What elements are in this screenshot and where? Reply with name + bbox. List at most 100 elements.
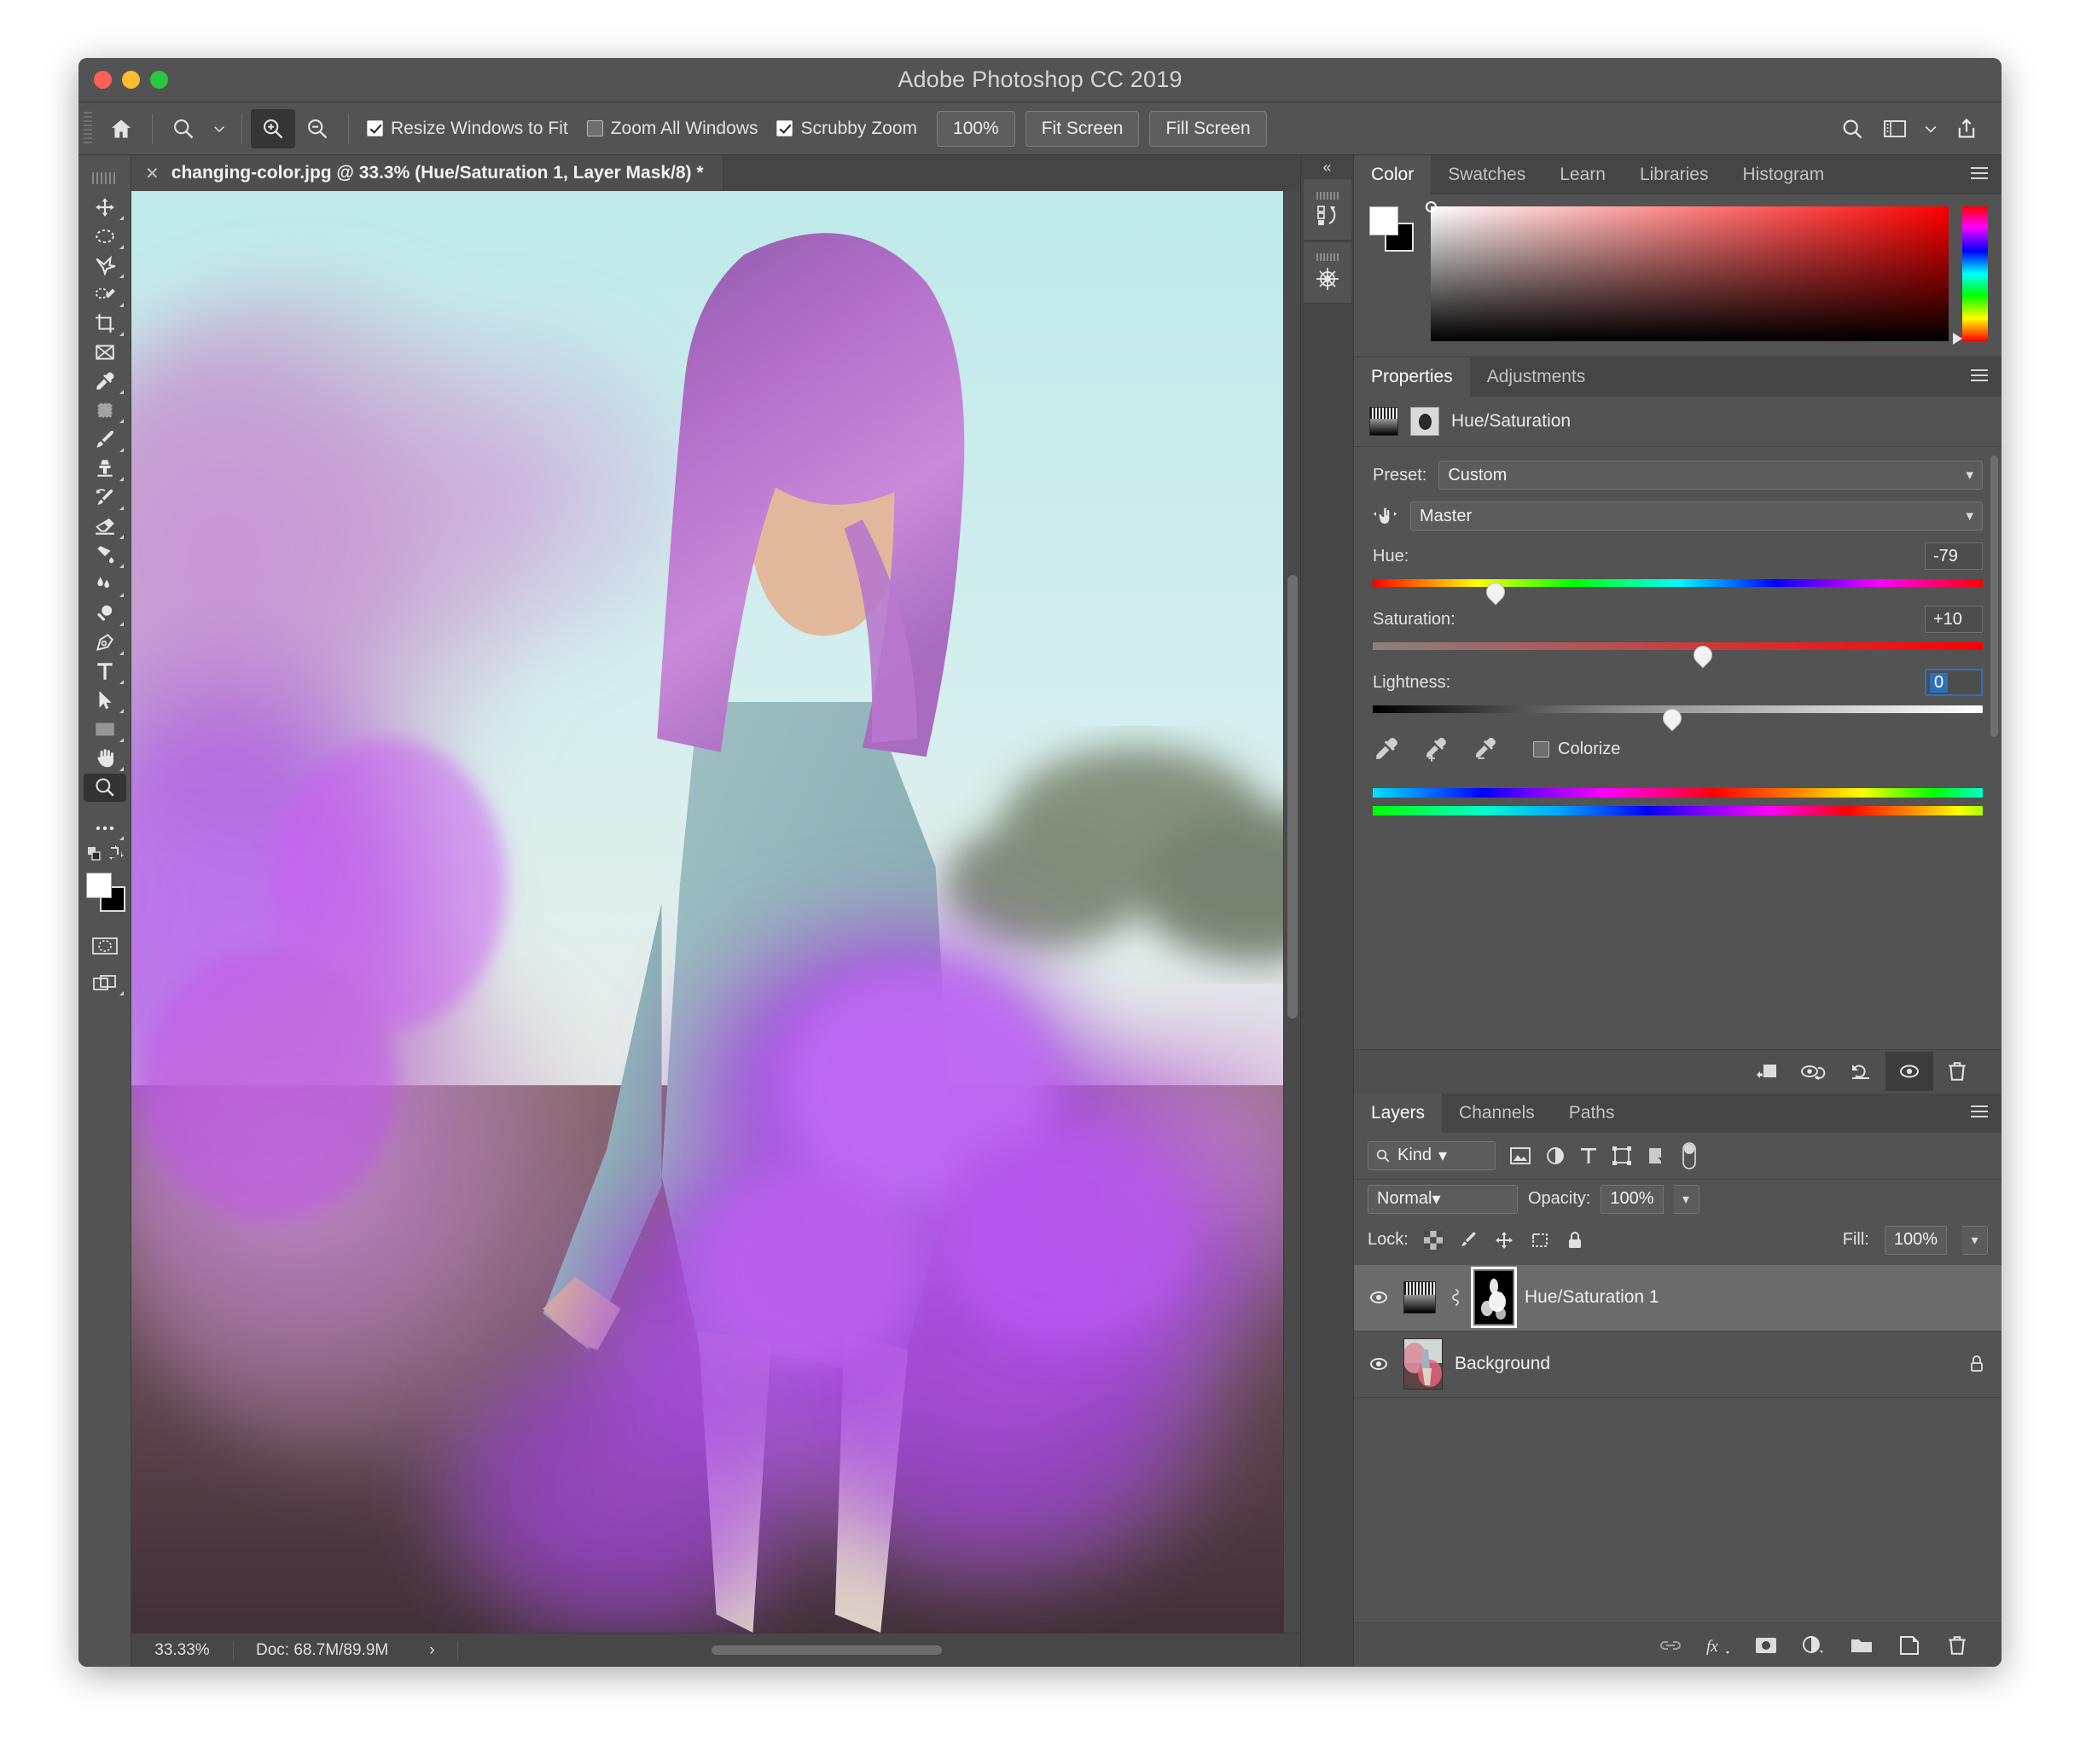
frame-tool[interactable]	[84, 339, 126, 367]
toggle-preview-icon[interactable]	[1790, 1052, 1838, 1091]
chevron-down-icon[interactable]	[206, 109, 233, 148]
lock-position-icon[interactable]	[1494, 1230, 1514, 1250]
tab-channels[interactable]: Channels	[1442, 1094, 1552, 1133]
canvas-horizontal-scrollbar[interactable]	[712, 1645, 942, 1655]
toolbox-grip[interactable]	[91, 172, 118, 184]
filter-toggle-icon[interactable]	[1680, 1141, 1699, 1170]
eyedropper-tool[interactable]	[84, 368, 126, 396]
zoom-out-icon[interactable]	[295, 109, 340, 148]
mask-thumbnail-icon[interactable]	[1410, 407, 1439, 436]
lock-artboard-icon[interactable]	[1530, 1230, 1550, 1250]
chevron-down-icon[interactable]	[1916, 109, 1945, 148]
scrollbar-thumb[interactable]	[1287, 575, 1298, 1018]
lock-image-icon[interactable]	[1458, 1230, 1479, 1250]
mask-link-icon[interactable]	[1448, 1286, 1463, 1308]
fill-value[interactable]: 100%	[1884, 1225, 1947, 1255]
marquee-tool[interactable]	[84, 223, 126, 251]
gradient-tool[interactable]	[84, 542, 126, 570]
search-icon[interactable]	[1831, 109, 1874, 148]
zoom-level[interactable]: 33.33%	[131, 1640, 234, 1660]
collapse-panels-icon[interactable]: «	[1322, 155, 1331, 179]
quick-mask-icon[interactable]	[84, 932, 126, 960]
color-field[interactable]	[1426, 201, 1949, 341]
adjustment-filter-icon[interactable]	[1545, 1146, 1566, 1166]
new-layer-icon[interactable]	[1885, 1626, 1933, 1665]
canvas-viewport[interactable]	[131, 191, 1283, 1633]
share-icon[interactable]	[1945, 109, 1988, 148]
saturation-slider-track[interactable]	[1373, 642, 1983, 650]
link-layers-icon[interactable]	[1647, 1626, 1694, 1665]
tab-paths[interactable]: Paths	[1552, 1094, 1632, 1133]
pen-tool[interactable]	[84, 629, 126, 657]
home-icon[interactable]	[99, 109, 143, 148]
chevron-right-icon[interactable]: ›	[429, 1641, 434, 1660]
layer-mask-thumbnail[interactable]	[1471, 1267, 1517, 1328]
rectangle-tool[interactable]	[84, 716, 126, 744]
eyedropper-subtract-icon[interactable]	[1472, 735, 1499, 763]
eyedropper-add-icon[interactable]	[1422, 735, 1450, 763]
crop-tool[interactable]	[84, 310, 126, 338]
hue-strip[interactable]	[1953, 206, 1988, 345]
hue-slider-knob[interactable]	[1486, 583, 1503, 601]
scrubby-zoom-checkbox[interactable]: Scrubby Zoom	[776, 119, 917, 139]
lock-transparency-icon[interactable]	[1423, 1230, 1443, 1250]
filter-kind-select[interactable]: Kind ▾	[1368, 1140, 1496, 1170]
type-tool[interactable]	[84, 658, 126, 686]
history-brush-tool[interactable]	[84, 484, 126, 512]
pixel-filter-icon[interactable]	[1509, 1146, 1531, 1166]
lightness-slider-track[interactable]	[1373, 705, 1983, 713]
panel-menu-icon[interactable]	[1969, 1104, 1990, 1119]
zoom-tool-icon[interactable]	[161, 109, 206, 148]
lightness-slider-knob[interactable]	[1663, 709, 1680, 728]
layer-thumbnail[interactable]	[1403, 1338, 1443, 1390]
document-image[interactable]	[131, 191, 1283, 1633]
text-filter-icon[interactable]	[1579, 1146, 1598, 1166]
properties-scrollbar[interactable]	[1990, 456, 1998, 737]
clip-to-layer-icon[interactable]	[1742, 1052, 1790, 1091]
zoom-100-button[interactable]: 100%	[937, 110, 1015, 147]
opacity-stepper[interactable]: ▾	[1673, 1184, 1699, 1214]
smart-object-filter-icon[interactable]	[1646, 1146, 1666, 1166]
foreground-color-swatch[interactable]	[1369, 206, 1398, 235]
shape-filter-icon[interactable]	[1612, 1146, 1632, 1166]
saturation-slider-knob[interactable]	[1694, 646, 1711, 664]
minimize-window-button[interactable]	[122, 71, 140, 89]
foreground-color-swatch[interactable]	[85, 872, 112, 898]
layer-visibility-eye-icon[interactable]	[1366, 1290, 1392, 1305]
preset-select[interactable]: Custom ▾	[1438, 461, 1983, 490]
color-swatches[interactable]	[84, 872, 126, 917]
fill-screen-button[interactable]: Fill Screen	[1149, 110, 1267, 147]
hue-bar-result[interactable]	[1373, 806, 1983, 815]
eraser-tool[interactable]	[84, 513, 126, 541]
hand-tool[interactable]	[84, 745, 126, 773]
move-tool[interactable]	[84, 194, 126, 222]
table-row[interactable]: Hue/Saturation 1	[1354, 1264, 2002, 1332]
panel-menu-icon[interactable]	[1969, 368, 1990, 383]
reset-icon[interactable]	[1838, 1052, 1885, 1091]
targeted-adjustment-icon[interactable]	[1373, 503, 1398, 529]
blend-mode-select[interactable]: Normal ▾	[1368, 1184, 1518, 1214]
lock-all-icon[interactable]	[1566, 1230, 1584, 1250]
colorize-checkbox[interactable]: Colorize	[1533, 740, 1620, 759]
resize-windows-to-fit-checkbox[interactable]: Resize Windows to Fit	[367, 119, 568, 139]
tab-adjustments[interactable]: Adjustments	[1470, 357, 1603, 397]
tab-swatches[interactable]: Swatches	[1431, 155, 1543, 194]
tab-learn[interactable]: Learn	[1543, 155, 1623, 194]
tab-color[interactable]: Color	[1354, 155, 1432, 194]
maximize-window-button[interactable]	[150, 71, 168, 89]
dodge-tool[interactable]	[84, 600, 126, 628]
navigator-panel-icon[interactable]	[1303, 242, 1351, 304]
visibility-eye-icon[interactable]	[1885, 1052, 1933, 1091]
layer-thumbnail[interactable]	[1403, 1281, 1436, 1314]
opacity-value[interactable]: 100%	[1601, 1184, 1664, 1214]
close-window-button[interactable]	[94, 71, 112, 89]
new-adjustment-icon[interactable]	[1790, 1626, 1838, 1665]
tab-properties[interactable]: Properties	[1354, 357, 1470, 397]
eyedropper-icon[interactable]	[1373, 735, 1400, 763]
new-group-icon[interactable]	[1838, 1626, 1885, 1665]
brush-tool[interactable]	[84, 426, 126, 454]
channel-select[interactable]: Master ▾	[1410, 502, 1983, 531]
layer-visibility-eye-icon[interactable]	[1366, 1356, 1392, 1372]
healing-brush-tool[interactable]	[84, 397, 126, 425]
close-icon[interactable]: ✕	[145, 163, 160, 184]
